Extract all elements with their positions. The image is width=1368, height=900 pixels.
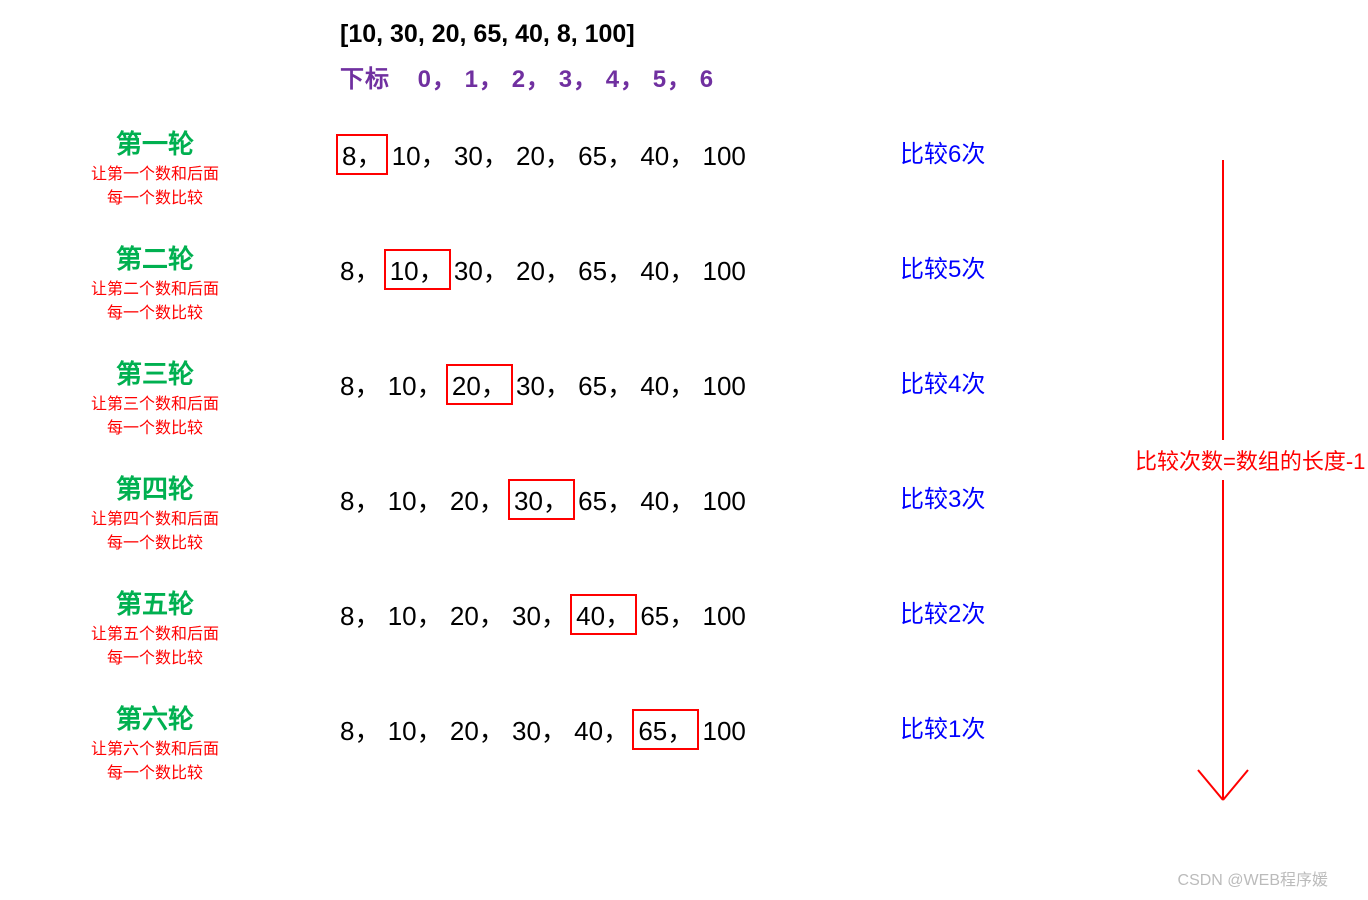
round-desc-line1: 让第二个数和后面 <box>40 278 270 302</box>
header: [10, 30, 20, 65, 40, 8, 100] 下标 0， 1， 2，… <box>340 20 1328 94</box>
round-desc-line2: 每一个数比较 <box>40 532 270 556</box>
round-desc-line1: 让第三个数和后面 <box>40 393 270 417</box>
sequence-number: 30， <box>516 366 571 403</box>
sequence-number: 40， <box>574 711 629 748</box>
round-left: 第二轮让第二个数和后面每一个数比较 <box>40 239 270 326</box>
round-sequence: 8， 10， 20， 30， 65， 40， 100 <box>270 469 890 520</box>
round-left: 第五轮让第五个数和后面每一个数比较 <box>40 584 270 671</box>
compare-count: 比较1次 <box>890 699 985 744</box>
sequence-number: 30， <box>512 596 567 633</box>
round-desc-line2: 每一个数比较 <box>40 187 270 211</box>
sequence-number: 40， <box>570 594 637 635</box>
round-desc-line2: 每一个数比较 <box>40 647 270 671</box>
round-row: 第五轮让第五个数和后面每一个数比较8， 10， 20， 30， 40， 65， … <box>40 584 1328 671</box>
round-desc-line2: 每一个数比较 <box>40 762 270 786</box>
round-desc-line2: 每一个数比较 <box>40 302 270 326</box>
sequence-number: 10， <box>388 596 443 633</box>
sequence-number: 65， <box>578 366 633 403</box>
index-values: 0， 1， 2， 3， 4， 5， 6 <box>418 66 714 93</box>
round-sequence: 8， 10， 30， 20， 65， 40， 100 <box>270 124 890 175</box>
round-desc-line1: 让第一个数和后面 <box>40 163 270 187</box>
sequence-number: 40， <box>640 481 695 518</box>
sequence-number: 8， <box>340 366 380 403</box>
compare-count: 比较6次 <box>890 124 985 169</box>
sequence-number: 30， <box>512 711 567 748</box>
sequence-number: 20， <box>450 596 505 633</box>
sequence-number: 20， <box>516 136 571 173</box>
round-title: 第一轮 <box>40 124 270 161</box>
round-desc-line2: 每一个数比较 <box>40 417 270 441</box>
down-arrow-icon <box>1188 160 1258 820</box>
round-row: 第一轮让第一个数和后面每一个数比较8， 10， 30， 20， 65， 40， … <box>40 124 1328 211</box>
sequence-number: 20， <box>450 481 505 518</box>
sequence-number: 65， <box>578 251 633 288</box>
sequence-number: 100 <box>702 256 745 287</box>
round-row: 第四轮让第四个数和后面每一个数比较8， 10， 20， 30， 65， 40， … <box>40 469 1328 556</box>
round-row: 第六轮让第六个数和后面每一个数比较8， 10， 20， 30， 40， 65， … <box>40 699 1328 786</box>
sequence-number: 10， <box>388 366 443 403</box>
index-line: 下标 0， 1， 2， 3， 4， 5， 6 <box>340 59 1328 94</box>
compare-count: 比较4次 <box>890 354 985 399</box>
sequence-number: 8， <box>340 251 380 288</box>
sequence-number: 30， <box>508 479 575 520</box>
sequence-number: 65， <box>632 709 699 750</box>
sequence-number: 100 <box>702 601 745 632</box>
arrow-area: 比较次数=数组的长度-1 <box>1188 160 1258 820</box>
round-left: 第四轮让第四个数和后面每一个数比较 <box>40 469 270 556</box>
array-text: [10, 30, 20, 65, 40, 8, 100] <box>340 20 1328 49</box>
sequence-number: 100 <box>702 141 745 172</box>
compare-count: 比较3次 <box>890 469 985 514</box>
round-sequence: 8， 10， 30， 20， 65， 40， 100 <box>270 239 890 290</box>
sequence-number: 40， <box>640 366 695 403</box>
sequence-number: 40， <box>640 251 695 288</box>
sequence-number: 8， <box>340 481 380 518</box>
round-desc-line1: 让第六个数和后面 <box>40 738 270 762</box>
sequence-number: 10， <box>392 136 447 173</box>
sequence-number: 65， <box>578 481 633 518</box>
round-sequence: 8， 10， 20， 30， 40， 65， 100 <box>270 699 890 750</box>
round-row: 第二轮让第二个数和后面每一个数比较8， 10， 30， 20， 65， 40， … <box>40 239 1328 326</box>
sequence-number: 30， <box>454 136 509 173</box>
index-label: 下标 <box>340 66 390 93</box>
round-title: 第六轮 <box>40 699 270 736</box>
round-title: 第五轮 <box>40 584 270 621</box>
sequence-number: 65， <box>640 596 695 633</box>
watermark: CSDN @WEB程序媛 <box>1178 866 1328 890</box>
sequence-number: 100 <box>702 486 745 517</box>
round-sequence: 8， 10， 20， 30， 40， 65， 100 <box>270 584 890 635</box>
sequence-number: 8， <box>340 711 380 748</box>
round-left: 第六轮让第六个数和后面每一个数比较 <box>40 699 270 786</box>
round-title: 第四轮 <box>40 469 270 506</box>
compare-count: 比较2次 <box>890 584 985 629</box>
round-row: 第三轮让第三个数和后面每一个数比较8， 10， 20， 30， 65， 40， … <box>40 354 1328 441</box>
sequence-number: 20， <box>446 364 513 405</box>
round-desc-line1: 让第四个数和后面 <box>40 508 270 532</box>
sequence-number: 8， <box>340 596 380 633</box>
arrow-label: 比较次数=数组的长度-1 <box>1133 440 1367 480</box>
round-left: 第一轮让第一个数和后面每一个数比较 <box>40 124 270 211</box>
sequence-number: 40， <box>640 136 695 173</box>
round-left: 第三轮让第三个数和后面每一个数比较 <box>40 354 270 441</box>
round-title: 第二轮 <box>40 239 270 276</box>
sequence-number: 8， <box>336 134 388 175</box>
sequence-number: 100 <box>702 716 745 747</box>
sequence-number: 30， <box>454 251 509 288</box>
sequence-number: 10， <box>388 481 443 518</box>
round-sequence: 8， 10， 20， 30， 65， 40， 100 <box>270 354 890 405</box>
sequence-number: 65， <box>578 136 633 173</box>
compare-count: 比较5次 <box>890 239 985 284</box>
sequence-number: 10， <box>384 249 451 290</box>
sequence-number: 10， <box>388 711 443 748</box>
round-desc-line1: 让第五个数和后面 <box>40 623 270 647</box>
sequence-number: 20， <box>450 711 505 748</box>
sequence-number: 100 <box>702 371 745 402</box>
sequence-number: 20， <box>516 251 571 288</box>
round-title: 第三轮 <box>40 354 270 391</box>
